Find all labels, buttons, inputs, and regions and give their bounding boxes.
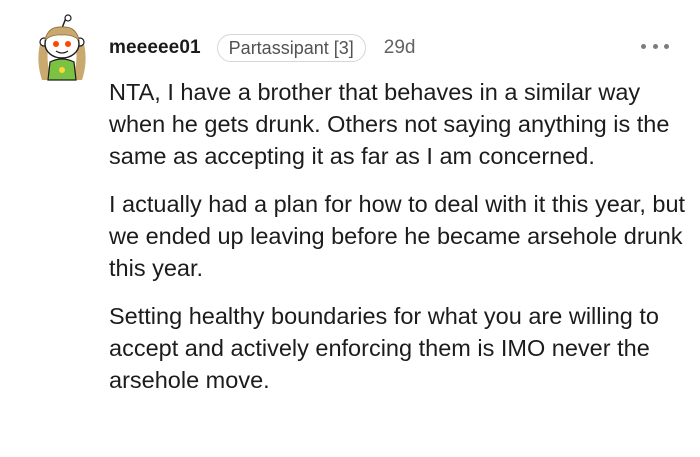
dot bbox=[652, 43, 658, 49]
comment: meeeee01 Partassipant [3] 29d NTA, I hav… bbox=[0, 0, 700, 457]
user-flair-badge: Partassipant [3] bbox=[216, 34, 366, 62]
username-link[interactable]: meeeee01 bbox=[109, 37, 201, 59]
dot bbox=[641, 43, 646, 49]
comment-timestamp[interactable]: 29d bbox=[384, 37, 416, 59]
comment-paragraph: I actually had a plan for how to deal wi… bbox=[109, 191, 686, 281]
user-avatar-icon[interactable] bbox=[32, 14, 92, 84]
comment-body: NTA, I have a brother that behaves in a … bbox=[109, 76, 689, 412]
comment-header: meeeee01 Partassipant [3] 29d bbox=[109, 34, 415, 62]
dot bbox=[664, 43, 669, 49]
more-options-icon[interactable] bbox=[641, 36, 669, 56]
comment-paragraph: Setting healthy boundaries for what you … bbox=[109, 303, 659, 393]
comment-paragraph: NTA, I have a brother that behaves in a … bbox=[109, 79, 670, 169]
